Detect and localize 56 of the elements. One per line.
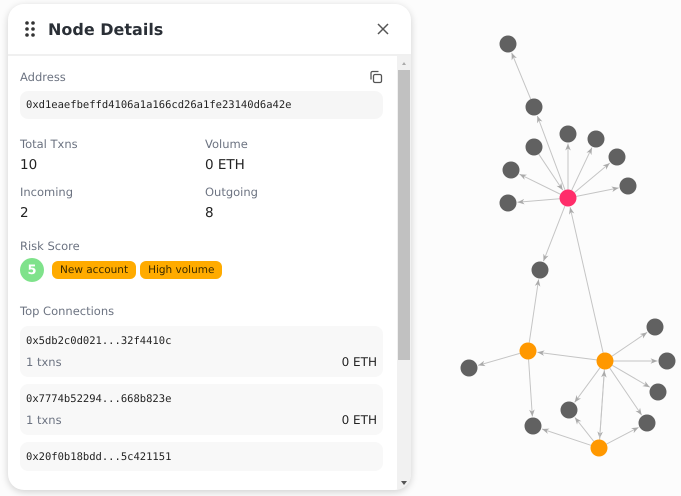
- graph-node[interactable]: [658, 352, 676, 370]
- stat-value: 8: [205, 205, 215, 221]
- address-value: 0xd1eaefbeffd4106a1a166cd26a1fe23140d6a42e: [20, 91, 383, 119]
- graph-node[interactable]: [590, 440, 608, 456]
- risk-tag: New account: [52, 261, 136, 279]
- copy-icon[interactable]: [369, 70, 383, 84]
- graph-node[interactable]: [646, 318, 664, 336]
- graph-node[interactable]: [532, 262, 548, 278]
- graph-edge-arrow: [528, 278, 540, 344]
- connection-card[interactable]: 0x7774b52294...668b823e 1 txns 0 ETH: [20, 384, 383, 435]
- graph-node[interactable]: [596, 352, 614, 370]
- graph-node[interactable]: [620, 178, 636, 194]
- graph-node[interactable]: [560, 190, 576, 206]
- graph-node[interactable]: [460, 360, 478, 376]
- graph-edge-arrow: [478, 352, 520, 366]
- graph-node[interactable]: [520, 342, 536, 360]
- graph-node[interactable]: [650, 384, 666, 400]
- risk-score-badge: 5: [20, 258, 44, 282]
- graph-edge-arrow: [511, 52, 532, 100]
- graph-node[interactable]: [588, 130, 604, 148]
- drag-handle-icon[interactable]: [25, 21, 35, 37]
- connection-address: 0x7774b52294...668b823e: [26, 393, 172, 405]
- connection-address: 0x5db2c0d021...32f4410c: [26, 335, 172, 347]
- connection-volume: 0 ETH: [342, 413, 377, 427]
- connection-txns: 1 txns: [26, 355, 62, 369]
- scrollbar-thumb[interactable]: [398, 70, 410, 360]
- stat-value: 2: [20, 205, 30, 221]
- stat-label: Incoming: [20, 185, 74, 199]
- stat-label: Outgoing: [205, 185, 259, 199]
- connection-address: 0x20f0b18bdd...5c421151: [26, 451, 172, 463]
- risk-tag: High volume: [140, 261, 222, 279]
- graph-node[interactable]: [500, 36, 516, 52]
- graph-node[interactable]: [500, 194, 516, 212]
- connection-card[interactable]: 0x20f0b18bdd...5c421151: [20, 442, 383, 471]
- panel-title: Node Details: [48, 20, 164, 38]
- address-label: Address: [20, 70, 66, 84]
- risk-score-label: Risk Score: [20, 239, 81, 253]
- connection-card[interactable]: 0x5db2c0d021...32f4410c 1 txns 0 ETH: [20, 326, 383, 377]
- top-connections-label: Top Connections: [20, 304, 116, 318]
- graph-node[interactable]: [560, 402, 578, 418]
- graph-node[interactable]: [560, 126, 576, 142]
- graph-node[interactable]: [524, 418, 542, 434]
- close-icon: [377, 23, 389, 35]
- scrollbar[interactable]: [397, 56, 411, 490]
- graph-node[interactable]: [638, 414, 656, 432]
- graph-node[interactable]: [526, 98, 542, 116]
- connection-txns: 1 txns: [26, 413, 62, 427]
- graph-node[interactable]: [608, 148, 626, 166]
- stat-value: 10: [20, 157, 38, 173]
- graph-node[interactable]: [526, 138, 542, 156]
- graph-node[interactable]: [502, 162, 520, 178]
- stat-label: Volume: [205, 137, 249, 151]
- stat-label: Total Txns: [20, 137, 79, 151]
- connection-volume: 0 ETH: [342, 355, 377, 369]
- stat-value: 0 ETH: [205, 157, 246, 173]
- graph-edge-arrow: [528, 358, 535, 418]
